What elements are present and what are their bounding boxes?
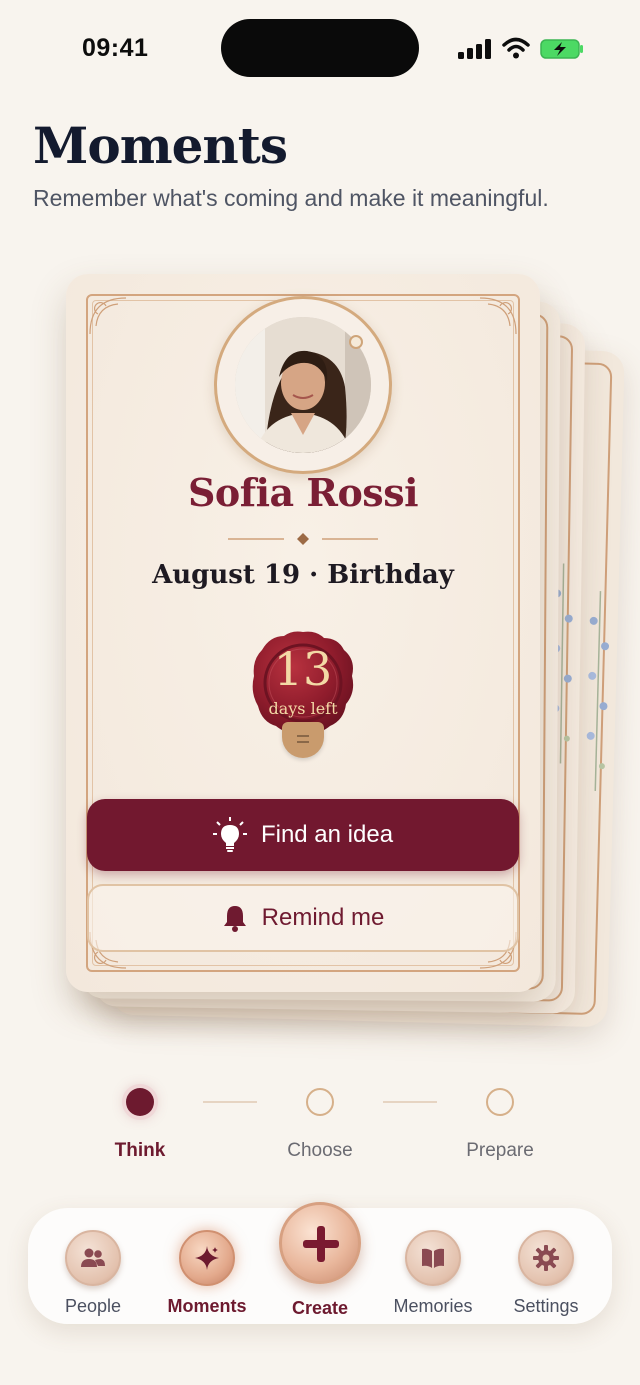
avatar-frame[interactable]	[214, 296, 392, 474]
menu-lines-icon	[297, 735, 309, 743]
tab-people-label: People	[64, 1296, 122, 1316]
step-think-label: Think	[114, 1140, 166, 1161]
occasion-date: August 19 · Birthday	[152, 560, 454, 590]
page-subtitle: Remember what's coming and make it meani…	[33, 185, 549, 211]
find-idea-button[interactable]: Find an idea	[87, 799, 519, 871]
corner-ornament	[479, 297, 517, 335]
gear-icon	[518, 1230, 574, 1286]
tab-settings-label: Settings	[513, 1296, 579, 1316]
tab-people[interactable]: People	[38, 1208, 148, 1324]
tab-create[interactable]: Create	[265, 1202, 375, 1324]
find-idea-label: Find an idea	[260, 821, 394, 848]
wifi-icon	[502, 37, 530, 59]
moment-card[interactable]: Sofia Rossi August 19 · Birthday 13 days…	[66, 274, 540, 992]
remind-me-label: Remind me	[261, 904, 385, 931]
lightbulb-icon	[212, 817, 247, 852]
person-name: Sofia Rossi	[187, 470, 419, 515]
ornamental-divider	[228, 533, 378, 545]
remind-me-button[interactable]: Remind me	[87, 884, 519, 952]
cellular-signal-icon	[458, 39, 491, 59]
plus-icon	[279, 1202, 361, 1284]
tab-moments-label: Moments	[167, 1296, 247, 1316]
sparkle-icon	[179, 1230, 235, 1286]
step-connector	[203, 1101, 257, 1103]
page-title: Moments	[33, 116, 288, 175]
corner-ornament	[89, 297, 127, 335]
people-icon	[65, 1230, 121, 1286]
days-left-label: days left	[268, 699, 338, 718]
floral-sprig-decoration	[586, 591, 610, 792]
status-time: 09:41	[82, 34, 149, 62]
battery-charging-icon	[540, 39, 583, 59]
step-prepare-label: Prepare	[466, 1140, 534, 1161]
tab-memories[interactable]: Memories	[378, 1208, 488, 1324]
days-left-number: 13	[273, 642, 333, 696]
tab-memories-label: Memories	[393, 1296, 473, 1316]
step-choose-label: Choose	[287, 1140, 353, 1161]
avatar-status-dot	[349, 335, 363, 349]
bell-icon	[223, 906, 246, 932]
tab-bar: People Moments Create Memories Settings	[28, 1202, 612, 1324]
step-think-dot[interactable]	[126, 1088, 154, 1116]
tab-moments[interactable]: Moments	[152, 1208, 262, 1324]
tab-settings[interactable]: Settings	[491, 1208, 601, 1324]
book-icon	[405, 1230, 461, 1286]
step-connector	[383, 1101, 437, 1103]
dynamic-island	[221, 19, 419, 77]
step-prepare-dot[interactable]	[486, 1088, 514, 1116]
step-choose-dot[interactable]	[306, 1088, 334, 1116]
tab-create-label: Create	[291, 1298, 349, 1318]
